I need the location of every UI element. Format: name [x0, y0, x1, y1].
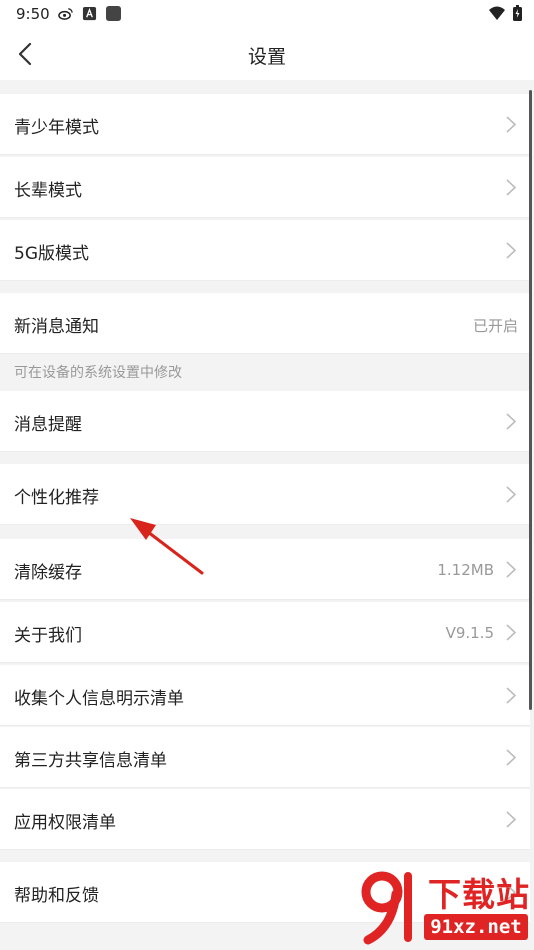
watermark-logo-icon	[361, 871, 412, 945]
settings-row-about-us[interactable]: 关于我们 V9.1.5	[0, 602, 530, 663]
chevron-right-icon	[506, 413, 516, 430]
row-label: 新消息通知	[14, 317, 99, 337]
chevron-right-icon	[506, 486, 516, 503]
settings-row-message-reminder[interactable]: 消息提醒	[0, 391, 530, 452]
status-time: 9:50	[16, 5, 50, 23]
row-value: 已开启	[472, 317, 518, 335]
row-value: 1.12MB	[437, 561, 494, 579]
wifi-icon	[489, 6, 505, 20]
row-label: 第三方共享信息清单	[14, 751, 167, 771]
row-label: 5G版模式	[14, 244, 89, 264]
settings-row-clear-cache[interactable]: 清除缓存 1.12MB	[0, 539, 530, 600]
row-label: 帮助和反馈	[14, 886, 99, 906]
watermark: 下载站 91xz.net	[358, 868, 534, 950]
chevron-right-icon	[506, 624, 516, 641]
a-icon	[82, 6, 97, 21]
settings-row-youth-mode[interactable]: 青少年模式	[0, 94, 530, 155]
scrollbar[interactable]	[529, 90, 532, 710]
square-icon	[106, 6, 121, 21]
nav-bar: 设置	[0, 28, 534, 80]
chevron-right-icon	[506, 687, 516, 704]
settings-row-third-party-sharing-list[interactable]: 第三方共享信息清单	[0, 727, 530, 788]
settings-row-elder-mode[interactable]: 长辈模式	[0, 157, 530, 218]
row-label: 青少年模式	[14, 118, 99, 138]
notification-hint: 可在设备的系统设置中修改	[14, 365, 182, 381]
row-label: 清除缓存	[14, 563, 82, 583]
chevron-right-icon	[506, 116, 516, 133]
page-title: 设置	[247, 46, 286, 68]
settings-row-new-message-notification[interactable]: 新消息通知 已开启	[0, 293, 530, 354]
row-label: 应用权限清单	[14, 813, 116, 833]
row-value: V9.1.5	[445, 624, 494, 642]
settings-row-5g-mode[interactable]: 5G版模式	[0, 220, 530, 281]
settings-row-app-permissions-list[interactable]: 应用权限清单	[0, 789, 530, 850]
watermark-text: 下载站	[428, 875, 530, 914]
settings-row-personalized-recommendation[interactable]: 个性化推荐	[0, 464, 530, 525]
chevron-right-icon	[506, 749, 516, 766]
chevron-right-icon	[506, 561, 516, 578]
row-label: 消息提醒	[14, 415, 82, 435]
chevron-right-icon	[506, 242, 516, 259]
status-bar: 9:50	[0, 0, 534, 28]
row-label: 个性化推荐	[14, 488, 99, 508]
weibo-icon	[58, 8, 73, 20]
chevron-right-icon	[506, 179, 516, 196]
row-label: 收集个人信息明示清单	[14, 689, 184, 709]
battery-icon	[513, 5, 522, 21]
settings-row-personal-info-list[interactable]: 收集个人信息明示清单	[0, 665, 530, 726]
watermark-url: 91xz.net	[424, 914, 528, 940]
row-label: 长辈模式	[14, 181, 82, 201]
chevron-right-icon	[506, 811, 516, 828]
row-label: 关于我们	[14, 626, 82, 646]
